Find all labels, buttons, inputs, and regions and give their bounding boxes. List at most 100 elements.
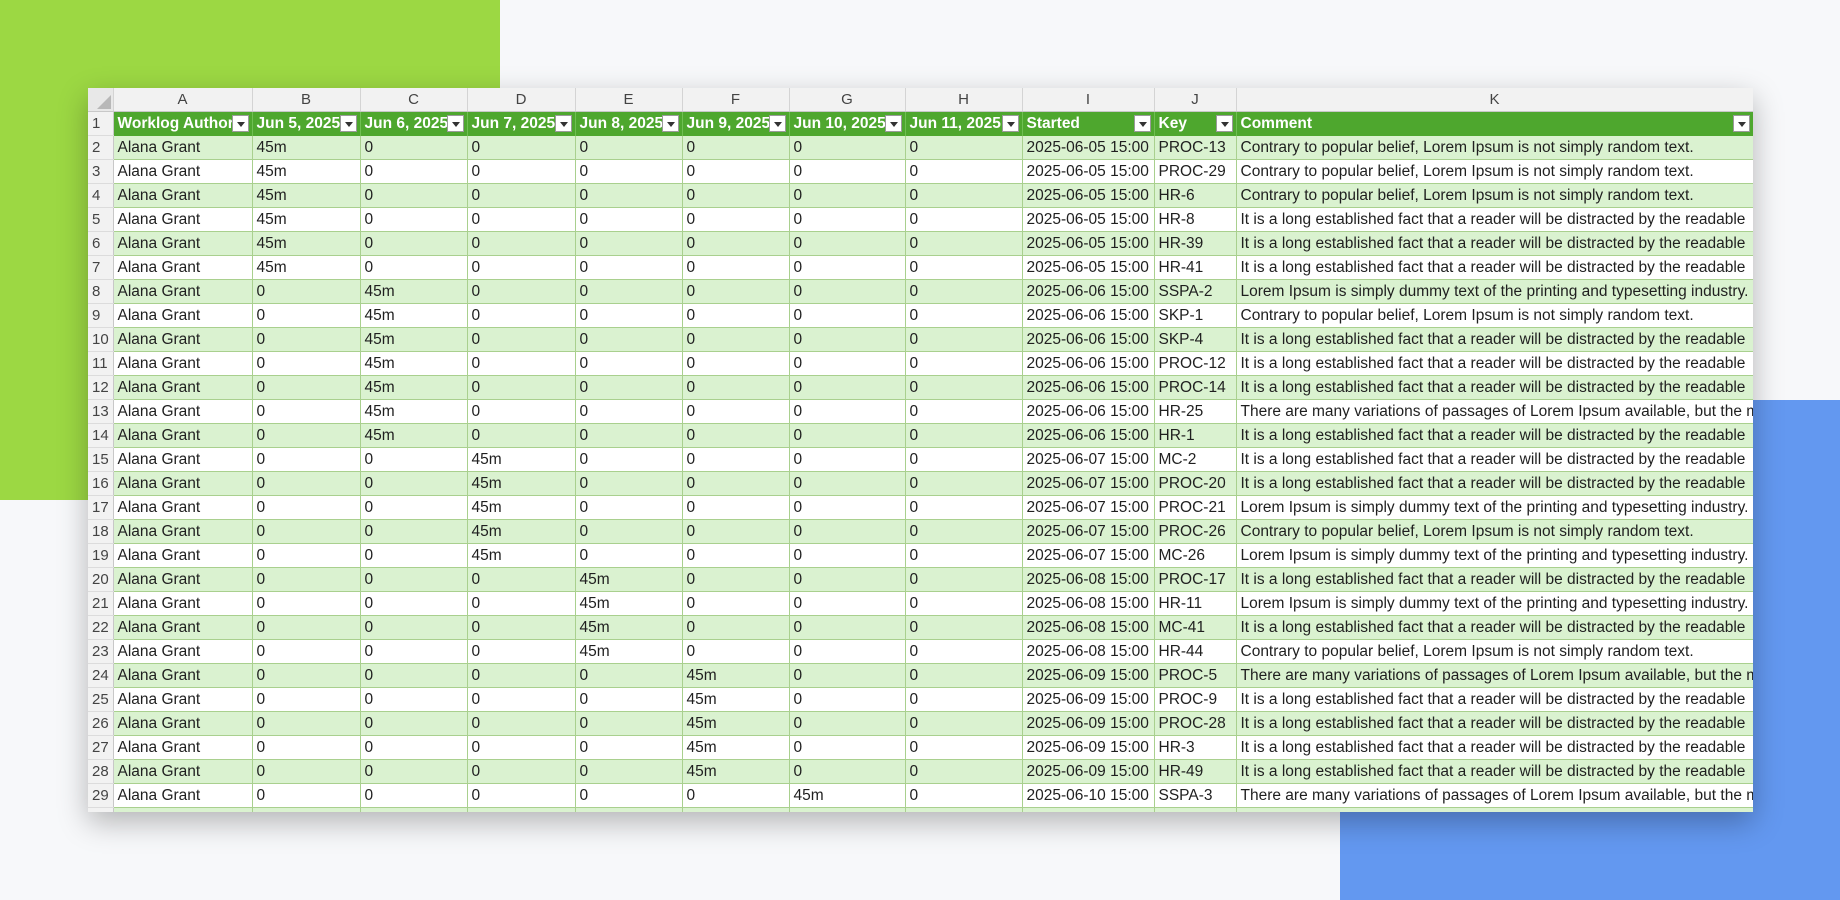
table-cell[interactable]: Alana Grant bbox=[113, 351, 252, 376]
table-cell[interactable]: 0 bbox=[359, 807, 467, 812]
table-cell[interactable]: 0 bbox=[359, 591, 467, 616]
table-cell[interactable]: 2025-06-06 15:00 bbox=[1021, 423, 1154, 448]
table-cell[interactable]: 2025-06-06 15:00 bbox=[1021, 351, 1154, 376]
table-cell[interactable]: 0 bbox=[466, 399, 575, 424]
table-cell[interactable]: 0 bbox=[466, 711, 575, 736]
table-cell[interactable]: Alana Grant bbox=[113, 159, 252, 184]
table-cell[interactable]: 0 bbox=[904, 183, 1022, 208]
table-cell[interactable]: 0 bbox=[574, 159, 682, 184]
table-cell[interactable]: 0 bbox=[788, 183, 905, 208]
table-cell[interactable]: 0 bbox=[574, 183, 682, 208]
select-all-corner[interactable] bbox=[88, 88, 114, 112]
table-cell[interactable]: Alana Grant bbox=[113, 543, 252, 568]
table-cell[interactable]: It is a long established fact that a rea… bbox=[1235, 255, 1753, 280]
table-cell[interactable]: 0 bbox=[574, 519, 682, 544]
table-cell[interactable]: 0 bbox=[251, 327, 360, 352]
row-number[interactable]: 23 bbox=[88, 639, 114, 664]
row-number[interactable]: 25 bbox=[88, 687, 114, 712]
table-cell[interactable]: Alana Grant bbox=[113, 303, 252, 328]
table-cell[interactable]: 0 bbox=[788, 543, 905, 568]
table-cell[interactable]: 2025-06-08 15:00 bbox=[1021, 639, 1154, 664]
table-cell[interactable]: Alana Grant bbox=[113, 183, 252, 208]
column-letter-a[interactable]: A bbox=[113, 88, 253, 112]
table-cell[interactable]: 45m bbox=[466, 447, 575, 472]
table-cell[interactable]: 0 bbox=[904, 303, 1022, 328]
filter-dropdown-icon[interactable] bbox=[661, 115, 679, 132]
table-cell[interactable]: 0 bbox=[466, 423, 575, 448]
table-cell[interactable]: 0 bbox=[359, 711, 467, 736]
table-cell[interactable]: 2025-06-07 15:00 bbox=[1021, 519, 1154, 544]
table-cell[interactable]: It is a long established fact that a rea… bbox=[1235, 735, 1753, 760]
table-cell[interactable]: 45m bbox=[251, 159, 360, 184]
header-cell[interactable]: Jun 8, 2025 bbox=[575, 111, 683, 136]
table-cell[interactable]: HR-39 bbox=[1153, 231, 1236, 256]
table-cell[interactable]: 0 bbox=[466, 639, 575, 664]
table-cell[interactable]: 0 bbox=[466, 783, 575, 808]
table-cell[interactable]: 2025-06-07 15:00 bbox=[1021, 471, 1154, 496]
table-cell[interactable]: 2025-06-06 15:00 bbox=[1021, 375, 1154, 400]
table-cell[interactable]: 2025-06-07 15:00 bbox=[1021, 495, 1154, 520]
table-cell[interactable]: SSPA-3 bbox=[1153, 783, 1236, 808]
table-cell[interactable]: 0 bbox=[904, 687, 1022, 712]
table-cell[interactable]: Alana Grant bbox=[113, 711, 252, 736]
row-number[interactable]: 21 bbox=[88, 591, 114, 616]
table-cell[interactable]: 45m bbox=[681, 711, 789, 736]
table-cell[interactable]: HR-8 bbox=[1153, 207, 1236, 232]
column-letter-g[interactable]: G bbox=[789, 88, 906, 112]
table-cell[interactable]: It is a long established fact that a rea… bbox=[1235, 231, 1753, 256]
table-cell[interactable]: 0 bbox=[574, 759, 682, 784]
table-cell[interactable]: 0 bbox=[466, 135, 575, 160]
table-cell[interactable]: 0 bbox=[788, 735, 905, 760]
table-cell[interactable]: MC-41 bbox=[1153, 615, 1236, 640]
table-cell[interactable]: 0 bbox=[251, 471, 360, 496]
table-cell[interactable]: 0 bbox=[788, 495, 905, 520]
table-cell[interactable]: 0 bbox=[788, 447, 905, 472]
row-number[interactable]: 7 bbox=[88, 255, 114, 280]
row-number[interactable]: 30 bbox=[88, 807, 114, 812]
table-cell[interactable]: There are many variations of passages of… bbox=[1235, 399, 1753, 424]
table-cell[interactable]: 0 bbox=[904, 759, 1022, 784]
table-cell[interactable]: 2025-06-09 15:00 bbox=[1021, 687, 1154, 712]
table-cell[interactable]: 0 bbox=[681, 159, 789, 184]
table-cell[interactable]: 0 bbox=[681, 591, 789, 616]
table-cell[interactable]: 45m bbox=[681, 759, 789, 784]
table-cell[interactable]: 45m bbox=[681, 687, 789, 712]
table-cell[interactable]: 2025-06-09 15:00 bbox=[1021, 663, 1154, 688]
table-cell[interactable]: 0 bbox=[788, 135, 905, 160]
table-cell[interactable]: Alana Grant bbox=[113, 759, 252, 784]
table-cell[interactable]: 0 bbox=[251, 399, 360, 424]
table-cell[interactable]: 0 bbox=[251, 279, 360, 304]
table-cell[interactable]: 0 bbox=[359, 543, 467, 568]
table-cell[interactable]: 0 bbox=[788, 159, 905, 184]
table-cell[interactable]: SKP-1 bbox=[1153, 303, 1236, 328]
table-cell[interactable]: 45m bbox=[681, 663, 789, 688]
table-cell[interactable]: 0 bbox=[788, 351, 905, 376]
table-cell[interactable]: 0 bbox=[681, 327, 789, 352]
table-cell[interactable]: Alana Grant bbox=[113, 735, 252, 760]
table-cell[interactable]: 0 bbox=[904, 255, 1022, 280]
table-cell[interactable]: 2025-06-05 15:00 bbox=[1021, 159, 1154, 184]
table-cell[interactable]: 0 bbox=[788, 567, 905, 592]
table-cell[interactable]: 45m bbox=[788, 783, 905, 808]
table-cell[interactable]: 2025-06-08 15:00 bbox=[1021, 615, 1154, 640]
row-number[interactable]: 16 bbox=[88, 471, 114, 496]
table-cell[interactable]: 0 bbox=[574, 327, 682, 352]
table-cell[interactable]: 0 bbox=[904, 471, 1022, 496]
header-cell[interactable]: Jun 10, 2025 bbox=[789, 111, 906, 136]
table-cell[interactable]: 0 bbox=[904, 639, 1022, 664]
table-cell[interactable]: It is a long established fact that a rea… bbox=[1235, 471, 1753, 496]
table-cell[interactable]: 0 bbox=[466, 231, 575, 256]
table-cell[interactable]: 45m bbox=[251, 135, 360, 160]
table-cell[interactable]: PROC-14 bbox=[1153, 375, 1236, 400]
table-cell[interactable]: Alana Grant bbox=[113, 207, 252, 232]
table-cell[interactable]: 0 bbox=[251, 375, 360, 400]
filter-dropdown-icon[interactable] bbox=[1732, 115, 1750, 132]
table-cell[interactable]: Alana Grant bbox=[113, 423, 252, 448]
table-cell[interactable]: 0 bbox=[788, 255, 905, 280]
row-number[interactable]: 18 bbox=[88, 519, 114, 544]
table-cell[interactable]: PROC-26 bbox=[1153, 519, 1236, 544]
table-cell[interactable]: It is a long established fact that a rea… bbox=[1235, 615, 1753, 640]
table-cell[interactable]: There are many variations of passages of… bbox=[1235, 783, 1753, 808]
table-cell[interactable]: 0 bbox=[359, 759, 467, 784]
table-cell[interactable]: 0 bbox=[574, 135, 682, 160]
